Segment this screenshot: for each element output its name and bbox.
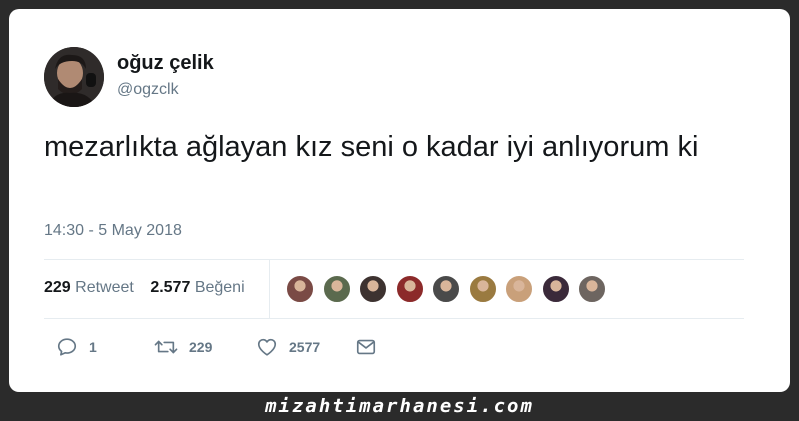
like-action[interactable]: 2577 xyxy=(256,335,320,359)
tweet-timestamp[interactable]: 14:30 - 5 May 2018 xyxy=(44,222,182,240)
retweet-stat-label: Retweet xyxy=(75,279,134,296)
retweet-count: 229 xyxy=(189,339,213,355)
retweet-icon xyxy=(154,340,178,354)
reply-count: 1 xyxy=(89,339,97,355)
liker-avatar[interactable] xyxy=(504,274,534,304)
tweet-card: oğuz çelik @ogzclk mezarlıkta ağlayan kı… xyxy=(9,9,790,392)
retweet-stat[interactable]: 229 Retweet xyxy=(44,279,134,296)
liker-avatar[interactable] xyxy=(540,274,571,304)
like-stat-label: Beğeni xyxy=(194,279,245,296)
liker-avatar[interactable] xyxy=(358,274,388,304)
reply-icon xyxy=(57,338,77,356)
heart-icon xyxy=(257,338,277,356)
envelope-icon xyxy=(356,339,376,355)
like-stat-count: 2.577 xyxy=(150,279,191,296)
like-stat[interactable]: 2.577 Beğeni xyxy=(150,279,244,296)
tweet-stats: 229 Retweet 2.577 Beğeni xyxy=(44,279,257,297)
stats-vertical-divider xyxy=(269,260,270,318)
retweet-stat-count: 229 xyxy=(44,279,71,296)
divider-bottom xyxy=(44,318,744,319)
like-count: 2577 xyxy=(289,339,321,355)
reply-action[interactable]: 1 xyxy=(56,335,97,359)
direct-message-action[interactable] xyxy=(355,335,377,359)
tweet-text: mezarlıkta ağlayan kız seni o kadar iyi … xyxy=(44,131,699,163)
liker-avatar[interactable] xyxy=(321,274,352,304)
liker-avatar[interactable] xyxy=(467,274,498,304)
retweet-action[interactable]: 229 xyxy=(154,335,212,359)
liker-avatar[interactable] xyxy=(431,274,461,304)
liker-avatar[interactable] xyxy=(394,274,425,304)
liker-avatar[interactable] xyxy=(285,274,315,304)
liker-avatar[interactable] xyxy=(577,274,607,304)
divider-top xyxy=(44,259,744,260)
author-display-name[interactable]: oğuz çelik xyxy=(117,52,214,75)
site-watermark: mizahtimarhanesi.com xyxy=(265,395,534,417)
author-handle[interactable]: @ogzclk xyxy=(117,81,179,99)
author-avatar[interactable] xyxy=(44,47,104,107)
